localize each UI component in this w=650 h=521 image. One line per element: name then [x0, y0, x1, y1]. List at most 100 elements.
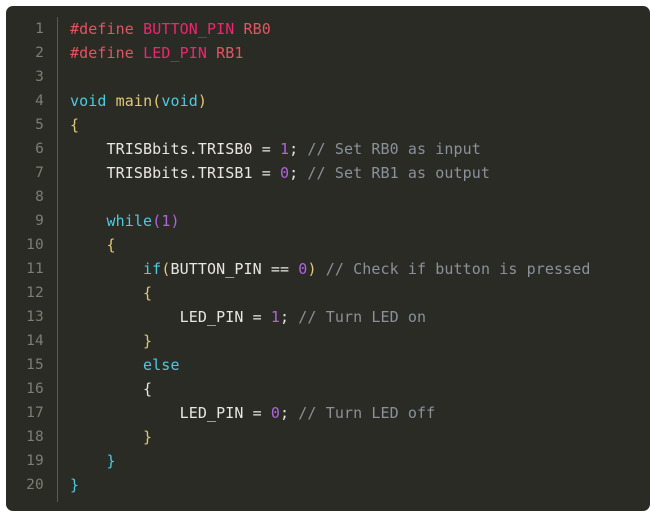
line-content: }	[70, 425, 650, 449]
code-line[interactable]: 15 else	[6, 353, 650, 377]
code-token: BUTTON_PIN ==	[170, 260, 299, 278]
code-line[interactable]: 12 {	[6, 281, 650, 305]
code-token: while	[106, 212, 153, 230]
code-line[interactable]: 2 #define LED_PIN RB1	[6, 41, 650, 65]
code-line[interactable]: 9 while(1)	[6, 209, 650, 233]
line-content: LED_PIN = 0; // Turn LED off	[70, 401, 650, 425]
code-token: TRISBbits.TRISB1 =	[70, 164, 281, 182]
code-token: BUTTON_PIN	[143, 20, 235, 38]
code-token: 1	[270, 308, 281, 326]
line-content: {	[70, 281, 650, 305]
code-token: )	[307, 260, 317, 278]
code-token: #define	[70, 20, 134, 38]
line-number: 18	[26, 429, 44, 445]
code-token: (	[152, 92, 162, 110]
code-token: #define	[70, 44, 134, 62]
line-number: 10	[26, 237, 44, 253]
code-token: }	[70, 476, 80, 494]
code-token: ;	[280, 404, 299, 422]
code-line[interactable]: 7 TRISBbits.TRISB1 = 0; // Set RB1 as ou…	[6, 161, 650, 185]
code-token: main	[115, 92, 153, 110]
code-token: ;	[289, 140, 308, 158]
code-token: (	[152, 212, 162, 230]
code-line[interactable]: 10 {	[6, 233, 650, 257]
code-token: 0	[280, 164, 290, 182]
line-content: else	[70, 353, 650, 377]
line-number: 9	[35, 213, 44, 229]
code-token: {	[70, 116, 80, 134]
code-line[interactable]: 13 LED_PIN = 1; // Turn LED on	[6, 305, 650, 329]
line-number: 14	[26, 333, 44, 349]
line-content: {	[70, 233, 650, 257]
code-token: RB1	[216, 44, 244, 62]
code-token: RB0	[243, 20, 271, 38]
code-token: void	[161, 92, 198, 110]
code-line[interactable]: 1 #define BUTTON_PIN RB0	[6, 17, 650, 41]
code-token: void	[70, 92, 107, 110]
line-content: #define BUTTON_PIN RB0	[70, 17, 650, 41]
code-token: 1	[280, 140, 290, 158]
code-token: LED_PIN =	[70, 404, 271, 422]
code-token: LED_PIN =	[70, 308, 271, 326]
code-token: {	[143, 380, 153, 398]
code-line[interactable]: 17 LED_PIN = 0; // Turn LED off	[6, 401, 650, 425]
code-line[interactable]: 16 {	[6, 377, 650, 401]
code-line[interactable]: 14 }	[6, 329, 650, 353]
code-token: // Turn LED off	[298, 404, 436, 422]
line-content: TRISBbits.TRISB0 = 1; // Set RB0 as inpu…	[70, 137, 650, 161]
line-number: 17	[26, 405, 44, 421]
code-token: // Set RB1 as output	[307, 164, 491, 182]
code-token: }	[143, 332, 153, 350]
line-number: 1	[35, 21, 44, 37]
line-number: 13	[26, 309, 44, 325]
code-line[interactable]: 4 void main(void)	[6, 89, 650, 113]
code-line[interactable]: 5{	[6, 113, 650, 137]
line-content: {	[70, 113, 650, 137]
code-token: ;	[280, 308, 299, 326]
code-token: {	[106, 236, 116, 254]
line-content: LED_PIN = 1; // Turn LED on	[70, 305, 650, 329]
line-content: TRISBbits.TRISB1 = 0; // Set RB1 as outp…	[70, 161, 650, 185]
line-content: }	[70, 329, 650, 353]
line-content: {	[70, 377, 650, 401]
code-lines-container: 1 #define BUTTON_PIN RB0 2 #define LED_PIN …	[6, 17, 650, 497]
code-line[interactable]: 8	[6, 185, 650, 209]
code-line[interactable]: 6 TRISBbits.TRISB0 = 1; // Set RB0 as in…	[6, 137, 650, 161]
code-token: }	[143, 428, 153, 446]
line-content: if(BUTTON_PIN == 0) // Check if button i…	[70, 257, 650, 281]
code-token: TRISBbits.TRISB0 =	[70, 140, 281, 158]
line-number: 19	[26, 453, 44, 469]
line-number: 8	[35, 189, 44, 205]
code-line[interactable]: 18 }	[6, 425, 650, 449]
code-line[interactable]: 11 if(BUTTON_PIN == 0) // Check if butto…	[6, 257, 650, 281]
code-token: 0	[270, 404, 281, 422]
code-token: // Set RB0 as input	[307, 140, 481, 158]
line-number: 4	[35, 93, 44, 109]
code-token: )	[170, 212, 180, 230]
line-number: 16	[26, 381, 44, 397]
code-line[interactable]: 3	[6, 65, 650, 89]
code-line[interactable]: 19 }	[6, 449, 650, 473]
code-block[interactable]: 1 #define BUTTON_PIN RB0 2 #define LED_PIN …	[6, 6, 650, 511]
code-line[interactable]: 20}	[6, 473, 650, 497]
code-token: {	[143, 284, 153, 302]
line-number: 12	[26, 285, 44, 301]
code-token: )	[197, 92, 208, 110]
code-token: LED_PIN	[143, 44, 207, 62]
code-token: }	[106, 452, 116, 470]
line-content: void main(void)	[70, 89, 650, 113]
